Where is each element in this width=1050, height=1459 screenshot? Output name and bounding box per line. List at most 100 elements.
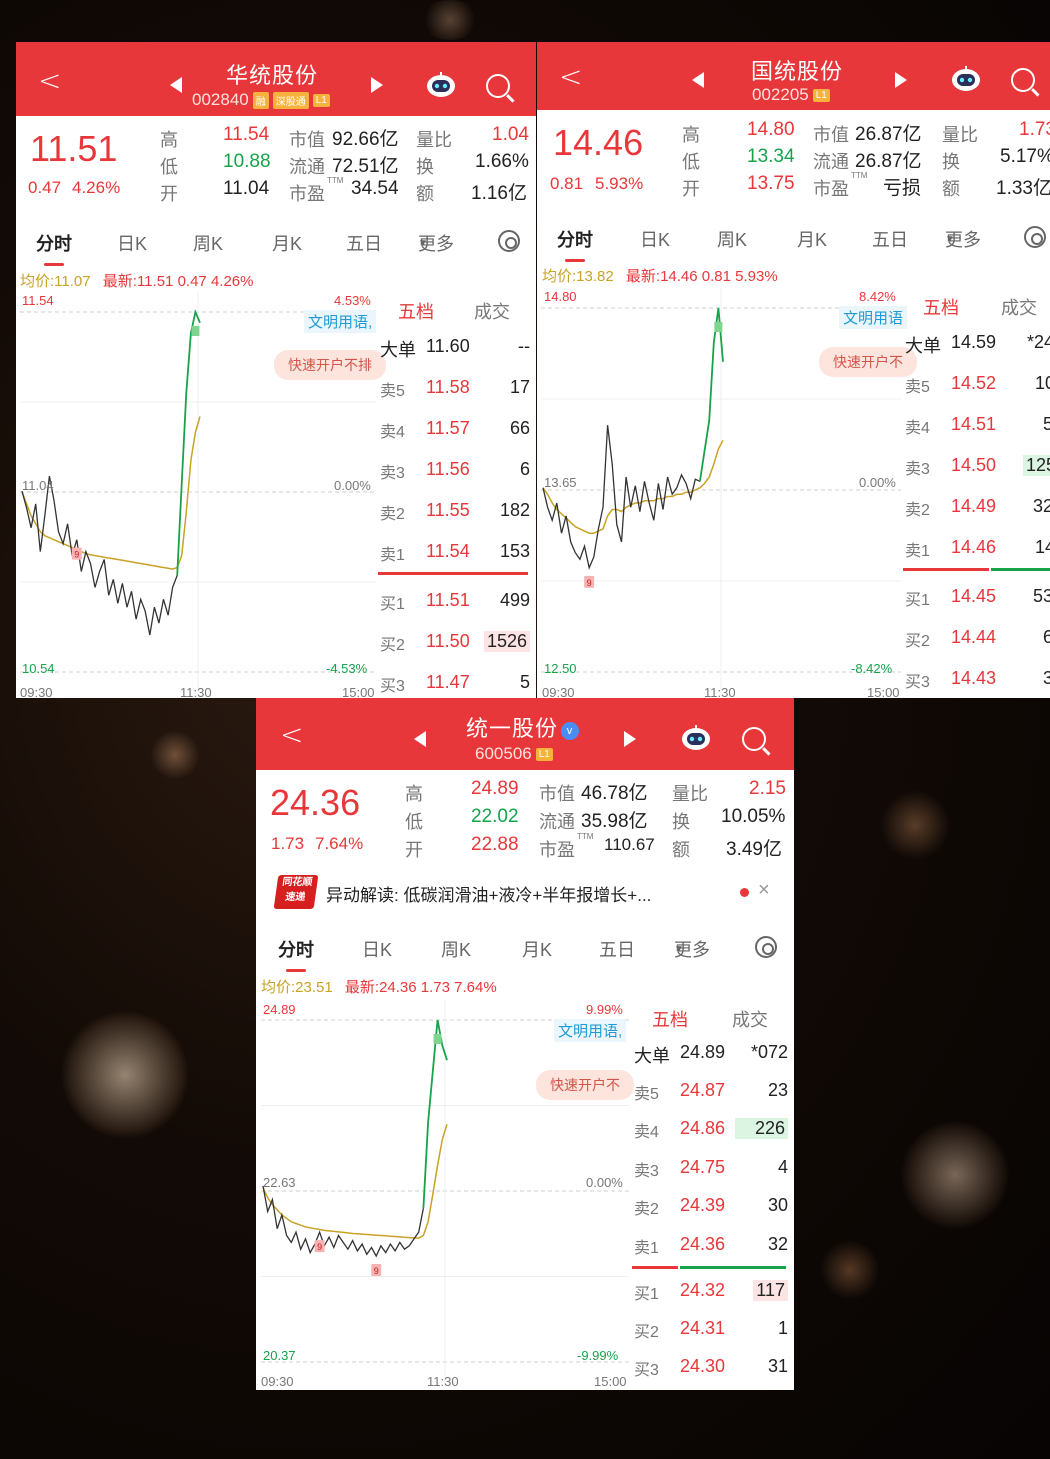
tab-trades[interactable]: 成交	[732, 1006, 768, 1032]
stat-value-mktcap: 92.66亿	[332, 129, 399, 150]
intraday-chart-svg[interactable]: 99	[261, 1000, 629, 1382]
tab-intraday[interactable]: 分时	[278, 936, 314, 972]
stat-label: 额	[672, 840, 690, 860]
tab-more[interactable]: 更多 ▼	[674, 936, 710, 960]
close-icon[interactable]: ×	[758, 879, 770, 902]
settings-icon[interactable]	[498, 230, 520, 252]
search-icon[interactable]	[486, 74, 510, 98]
stat-label: 市值	[289, 130, 325, 150]
tab-weekly-k[interactable]: 周K	[441, 936, 471, 962]
ask-label: 卖5	[380, 383, 405, 400]
time-start: 09:30	[542, 685, 575, 698]
back-arrow-icon[interactable]: <	[280, 718, 303, 751]
stock-name: 国统股份	[751, 59, 844, 84]
tab-five-levels[interactable]: 五档	[398, 298, 434, 324]
change-amount: 1.73	[271, 834, 305, 853]
prev-stock-icon[interactable]	[414, 731, 426, 747]
tab-daily-k[interactable]: 日K	[117, 230, 147, 256]
bid-ask-ratio-bar-green	[680, 1266, 786, 1269]
prev-stock-icon[interactable]	[170, 77, 182, 93]
avg-value: 13.82	[576, 268, 614, 285]
stock-code-text: 600506	[475, 744, 532, 763]
tab-five-levels[interactable]: 五档	[652, 1006, 688, 1032]
settings-icon[interactable]	[1024, 226, 1046, 248]
big-order-vol: --	[518, 336, 530, 356]
bokeh-light	[150, 730, 200, 780]
time-end: 15:00	[342, 685, 375, 698]
tab-monthly-k[interactable]: 月K	[522, 936, 552, 962]
tab-trades[interactable]: 成交	[1001, 294, 1037, 320]
bid-label: 买3	[634, 1362, 659, 1379]
change-percent: 4.26%	[72, 178, 121, 197]
ask-label: 卖5	[905, 379, 930, 396]
tab-more[interactable]: 更多 ▼	[418, 230, 454, 254]
latest-pct: 7.64%	[454, 979, 497, 996]
quick-account-pill[interactable]: 快速开户不排	[274, 350, 386, 380]
bid-volume: 117	[753, 1280, 788, 1301]
time-end: 15:00	[867, 685, 900, 698]
stat-label: 开	[682, 179, 700, 199]
robot-assistant-icon[interactable]	[426, 72, 456, 98]
stock-code-text: 002840	[192, 90, 249, 109]
axis-mid-pct: 0.00%	[334, 478, 371, 493]
latest-value: 11.51	[136, 273, 174, 290]
stat-value-volratio: 1.04	[492, 124, 529, 145]
next-stock-icon[interactable]	[371, 77, 383, 93]
stat-value-float: 35.98亿	[581, 811, 648, 832]
ask-price: 14.51	[951, 414, 997, 434]
tab-intraday[interactable]: 分时	[557, 226, 593, 262]
stat-label: 市值	[539, 784, 575, 804]
robot-assistant-icon[interactable]	[681, 725, 711, 751]
tab-five-day[interactable]: 五日	[346, 230, 382, 256]
ask-volume: 23	[767, 1080, 788, 1100]
tab-more[interactable]: 更多 ▼	[945, 226, 981, 250]
tab-daily-k[interactable]: 日K	[640, 226, 670, 252]
stock-name: 统一股份 v	[466, 711, 580, 743]
bid-label: 买1	[380, 596, 405, 613]
tab-five-day[interactable]: 五日	[599, 936, 635, 962]
bid-volume: 3	[1043, 668, 1050, 688]
ask-label: 卖4	[380, 424, 405, 441]
order-book: 五档 成交 大单 11.60 -- 卖5 11.58 17 卖4 11.57 66 卖3…	[378, 292, 532, 698]
settings-icon[interactable]	[755, 936, 777, 958]
back-arrow-icon[interactable]: <	[38, 64, 61, 97]
tab-daily-k[interactable]: 日K	[362, 936, 392, 962]
tab-five-day[interactable]: 五日	[872, 226, 908, 252]
robot-assistant-icon[interactable]	[951, 66, 981, 92]
ask-price: 11.57	[426, 418, 470, 438]
next-stock-icon[interactable]	[624, 731, 636, 747]
time-start: 09:30	[20, 685, 53, 698]
tab-weekly-k[interactable]: 周K	[717, 226, 747, 252]
ask-volume: 30	[767, 1195, 788, 1215]
ask-volume: 10	[1035, 373, 1050, 393]
tab-trades[interactable]: 成交	[474, 298, 510, 324]
stat-label: 市盈	[813, 179, 849, 199]
axis-bottom-price: 20.37	[263, 1348, 296, 1363]
search-icon[interactable]	[742, 727, 766, 751]
tab-intraday[interactable]: 分时	[36, 230, 72, 266]
civility-banner: 文明用语,	[554, 1019, 627, 1042]
next-stock-icon[interactable]	[895, 72, 907, 88]
bid-label: 买2	[634, 1324, 659, 1341]
quick-account-pill[interactable]: 快速开户不	[536, 1070, 634, 1100]
bid-price: 14.43	[951, 668, 997, 688]
bid-price: 14.45	[951, 586, 997, 606]
tab-five-levels[interactable]: 五档	[923, 294, 959, 320]
search-icon[interactable]	[1011, 68, 1035, 92]
stock-code: 002840 融深股通 L1	[192, 90, 330, 110]
prev-stock-icon[interactable]	[692, 72, 704, 88]
limit-up-marker	[714, 322, 723, 332]
stat-label: 市值	[813, 125, 849, 145]
logo-line-2: 速递	[284, 892, 306, 903]
tab-monthly-k[interactable]: 月K	[272, 230, 302, 256]
notice-text[interactable]: 异动解读: 低碳润滑油+液冷+半年报增长+...	[326, 881, 651, 906]
stat-value-mktcap: 46.78亿	[581, 783, 648, 804]
stat-label: 额	[416, 184, 434, 204]
back-arrow-icon[interactable]: <	[559, 60, 582, 93]
ask-label: 卖3	[380, 465, 405, 482]
order-book: 五档 成交 大单 14.59 *24 卖5 14.52 10 卖4 14.51 5 卖3…	[903, 288, 1050, 698]
time-mid: 11:30	[180, 685, 212, 698]
tab-weekly-k[interactable]: 周K	[193, 230, 223, 256]
price-line	[262, 1185, 425, 1258]
tab-monthly-k[interactable]: 月K	[797, 226, 827, 252]
